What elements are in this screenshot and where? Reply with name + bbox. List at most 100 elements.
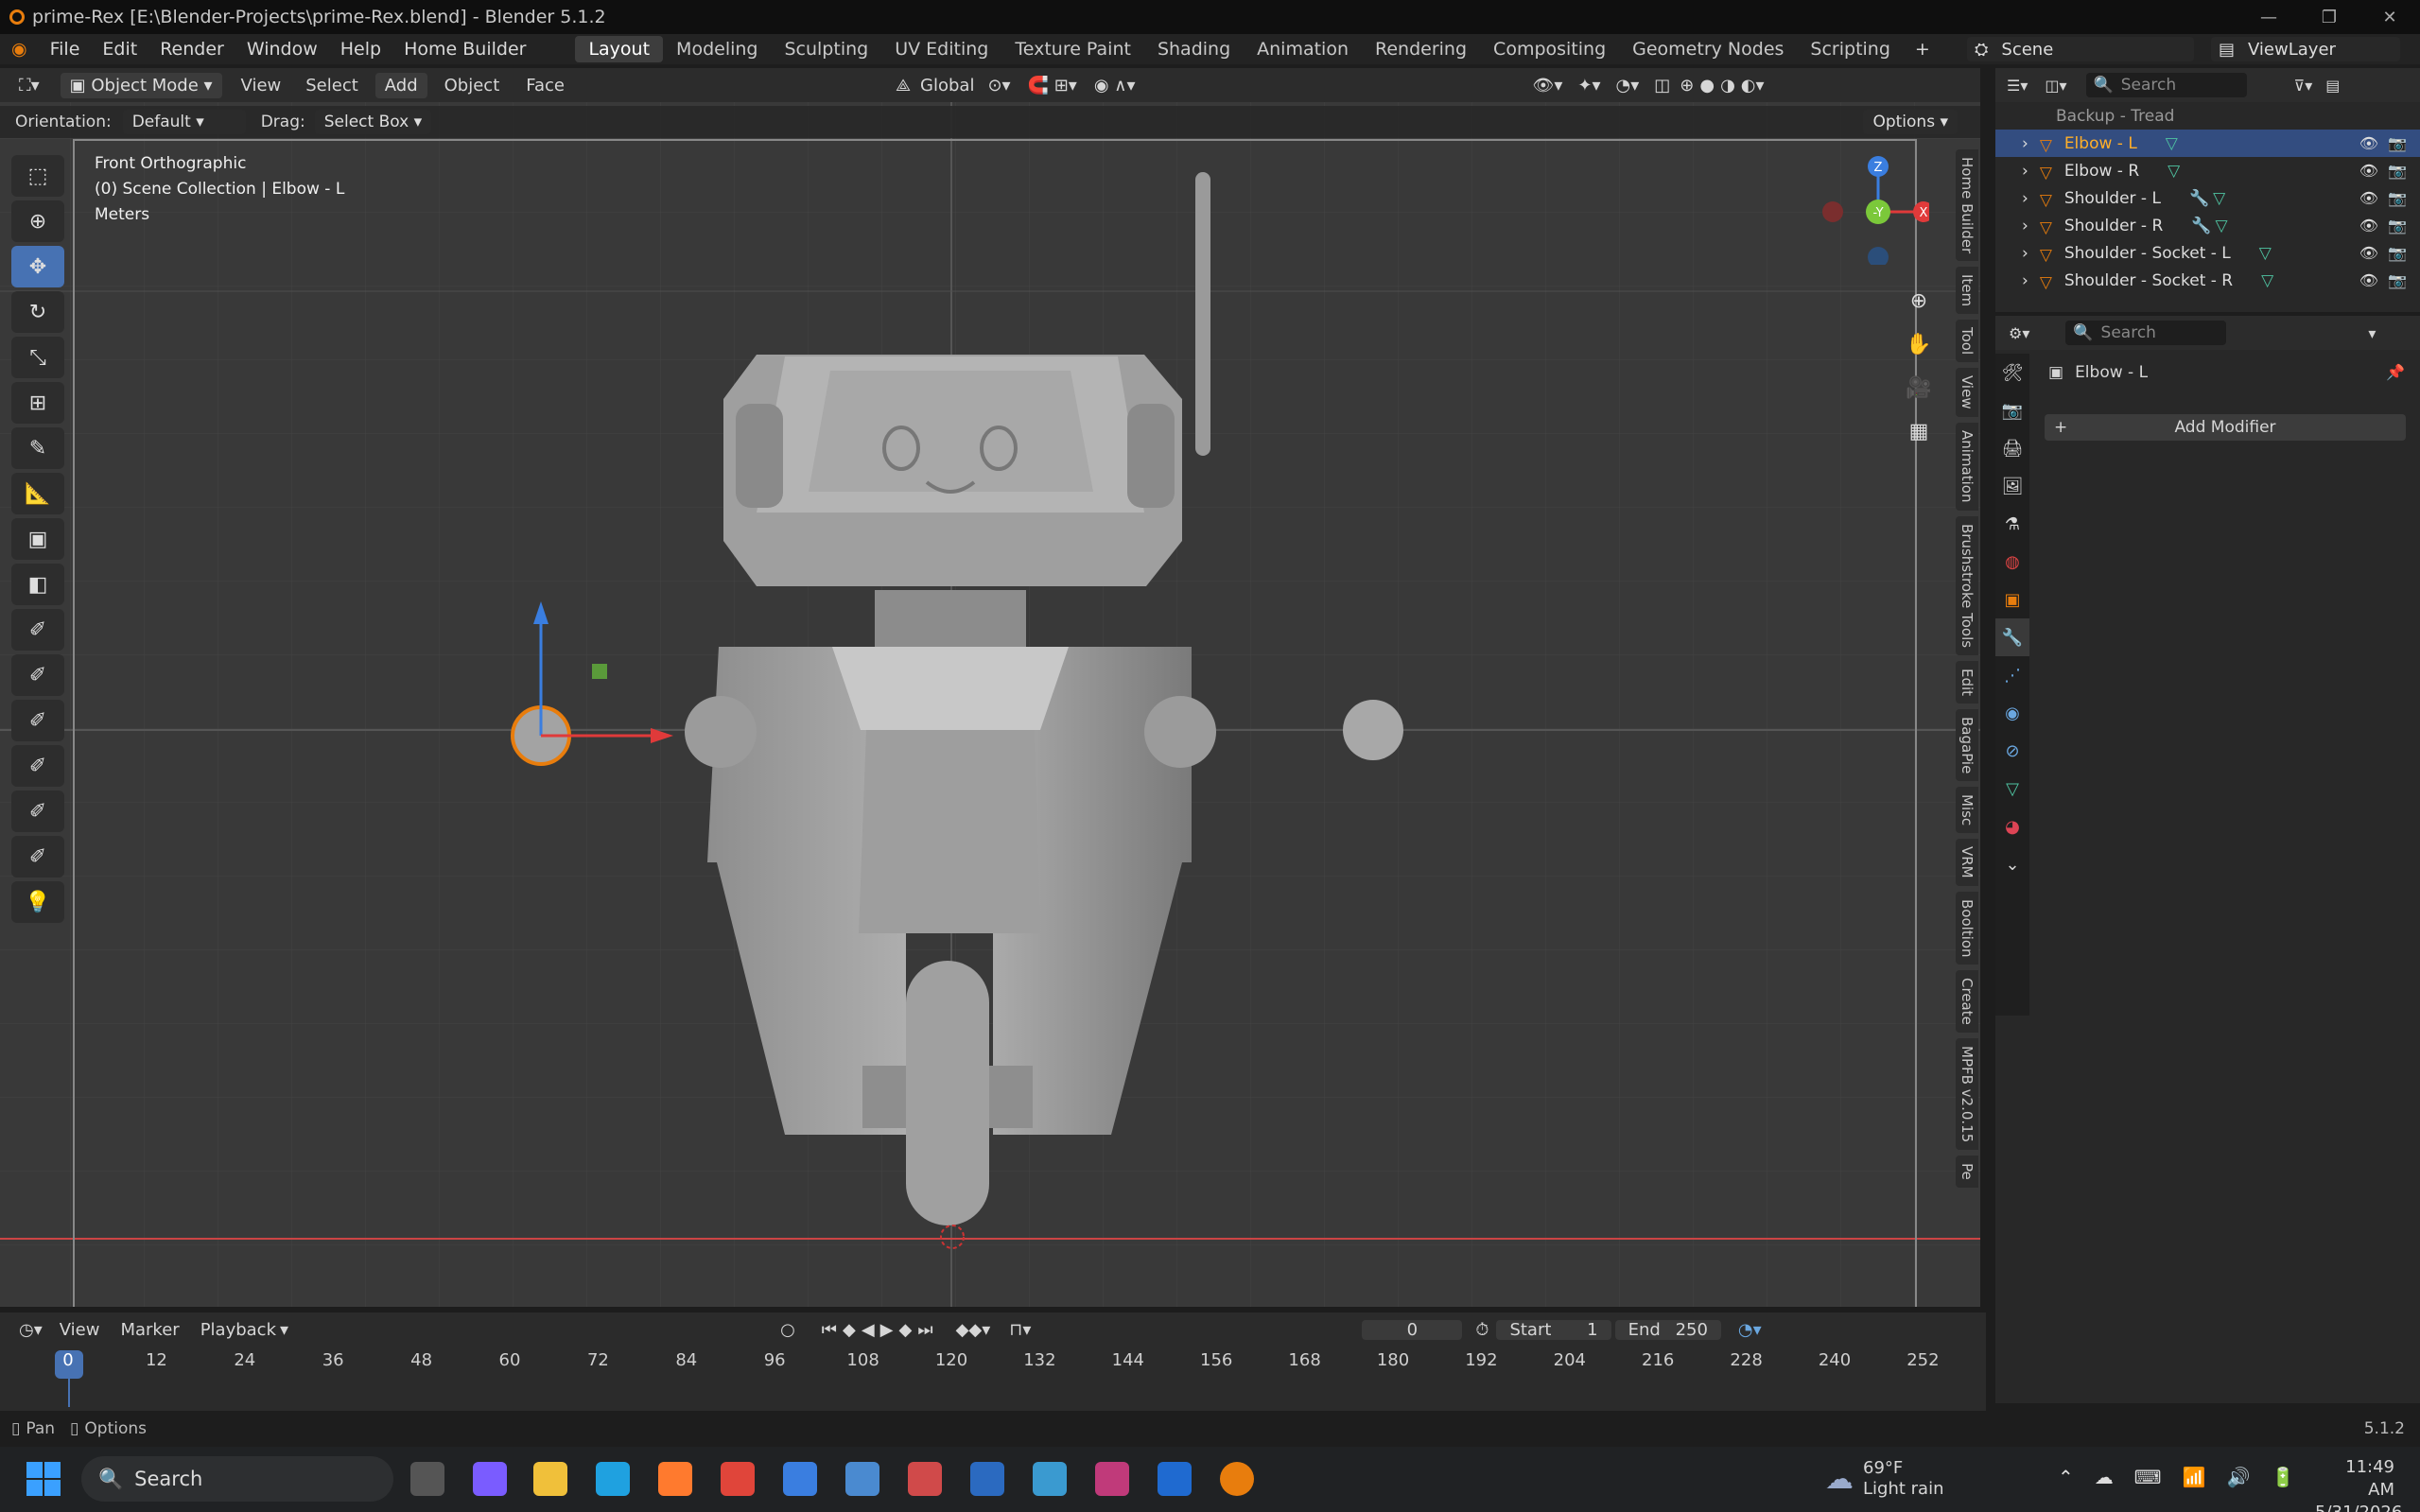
store-icon[interactable] bbox=[783, 1462, 817, 1496]
outliner-row[interactable]: › ▽ Shoulder - Socket - R ▽ 👁 📷 bbox=[1995, 267, 2420, 294]
vp-menu-select[interactable]: Select bbox=[305, 76, 358, 96]
current-frame-field[interactable]: 0 bbox=[1362, 1319, 1463, 1340]
cube-tool-icon[interactable]: ◧ bbox=[11, 564, 64, 605]
ntab-bagapie[interactable]: BagaPie bbox=[1956, 708, 1978, 781]
tab-shading[interactable]: Shading bbox=[1144, 36, 1244, 62]
playback-controls[interactable]: ⏮◆◀▶◆⏭ bbox=[822, 1320, 939, 1340]
brush-tool-4-icon[interactable]: ✐ bbox=[11, 745, 64, 787]
tab-sculpting[interactable]: Sculpting bbox=[771, 36, 881, 62]
camera-view-icon[interactable]: 🎥 bbox=[1905, 367, 1933, 410]
tab-uv-editing[interactable]: UV Editing bbox=[881, 36, 1001, 62]
ntab-brushstroke-tools[interactable]: Brushstroke Tools bbox=[1956, 515, 1978, 655]
outliner-row[interactable]: › ▽ Shoulder - R 🔧 ▽ 👁 📷 bbox=[1995, 212, 2420, 239]
ntab-vrm[interactable]: VRM bbox=[1956, 839, 1978, 886]
tl-menu-view[interactable]: View bbox=[60, 1320, 100, 1340]
blender-taskbar-icon[interactable] bbox=[1220, 1462, 1254, 1496]
clock-icon[interactable]: ⏱ bbox=[1475, 1320, 1489, 1340]
transform-orientation[interactable]: Global bbox=[920, 76, 974, 96]
material-tab-icon[interactable]: ◕ bbox=[1995, 808, 2029, 845]
viewlayer-selector[interactable]: ▤ ViewLayer bbox=[2211, 37, 2400, 61]
eye-icon[interactable]: 👁 bbox=[2359, 271, 2378, 289]
ntab-tool[interactable]: Tool bbox=[1956, 320, 1978, 363]
shading-rendered-icon[interactable]: ◐▾ bbox=[1741, 76, 1765, 96]
copilot-icon[interactable] bbox=[473, 1462, 507, 1496]
ntab-animation[interactable]: Animation bbox=[1956, 423, 1978, 511]
render-camera-icon[interactable]: 📷 bbox=[2388, 189, 2407, 207]
render-camera-icon[interactable]: 📷 bbox=[2388, 271, 2407, 289]
tl-menu-marker[interactable]: Marker bbox=[120, 1320, 179, 1340]
constraints-tab-icon[interactable]: ⊘ bbox=[1995, 732, 2029, 770]
outliner-editor-icon[interactable]: ☰▾ bbox=[2007, 77, 2028, 95]
add-workspace-icon[interactable]: + bbox=[1904, 39, 1941, 60]
proportional-edit-icon[interactable]: ◉ ∧▾ bbox=[1094, 76, 1136, 96]
navigation-gizmo[interactable]: Z -Y X bbox=[1816, 151, 1934, 268]
tab-layout[interactable]: Layout bbox=[575, 36, 664, 62]
pan-hand-icon[interactable]: ✋ bbox=[1905, 323, 1933, 367]
visibility-icon[interactable]: 👁▾ bbox=[1532, 76, 1562, 96]
menu-file[interactable]: File bbox=[39, 39, 92, 60]
ntab-home-builder[interactable]: Home Builder bbox=[1956, 149, 1978, 262]
eye-icon[interactable]: 👁 bbox=[2359, 217, 2378, 235]
volume-icon[interactable]: 🔊 bbox=[2227, 1466, 2251, 1488]
battery-icon[interactable]: 🔋 bbox=[2271, 1466, 2294, 1488]
ntab-item[interactable]: Item bbox=[1956, 267, 1978, 315]
auto-key-icon[interactable]: ○ bbox=[780, 1320, 795, 1340]
overlays-icon[interactable]: ◔▾ bbox=[1616, 76, 1640, 96]
render-tab-icon[interactable]: 📷 bbox=[1995, 391, 2029, 429]
scale-tool-icon[interactable]: ⤡ bbox=[11, 337, 64, 378]
transform-tool-icon[interactable]: ⊞ bbox=[11, 382, 64, 424]
annotate-tool-icon[interactable]: ✎ bbox=[11, 427, 64, 469]
start-frame-field[interactable]: Start 1 bbox=[1496, 1319, 1611, 1340]
vp-menu-face[interactable]: Face bbox=[526, 76, 565, 96]
taskbar-search[interactable]: 🔍 Search bbox=[81, 1456, 393, 1502]
elbow-r-object[interactable] bbox=[1343, 700, 1403, 760]
keying-icon[interactable]: ⊓▾ bbox=[1009, 1320, 1031, 1340]
blender-menu-icon[interactable]: ◉ bbox=[0, 39, 39, 60]
clock[interactable]: 11:49 AM 5/31/2026 bbox=[2315, 1456, 2402, 1512]
scene-selector[interactable]: ⛭ Scene bbox=[1967, 37, 2194, 61]
close-icon[interactable]: ✕ bbox=[2359, 0, 2420, 34]
tab-geometry-nodes[interactable]: Geometry Nodes bbox=[1619, 36, 1797, 62]
app-icon-1[interactable] bbox=[908, 1462, 942, 1496]
app-icon-2[interactable] bbox=[1158, 1462, 1192, 1496]
keyboard-icon[interactable]: ⌨ bbox=[2134, 1466, 2162, 1488]
expand-arrow-icon[interactable]: › bbox=[2022, 217, 2028, 235]
outliner-row[interactable]: › ▽ Elbow - R ▽ 👁 📷 bbox=[1995, 157, 2420, 184]
particles-tab-icon[interactable]: ⋰ bbox=[1995, 656, 2029, 694]
scene-tab-icon[interactable]: ⚗ bbox=[1995, 505, 2029, 543]
xray-icon[interactable]: ◫ bbox=[1654, 76, 1670, 96]
tab-animation[interactable]: Animation bbox=[1244, 36, 1362, 62]
cursor-tool-icon[interactable]: ⊕ bbox=[11, 200, 64, 242]
shading-material-icon[interactable]: ◑ bbox=[1720, 76, 1735, 96]
menu-edit[interactable]: Edit bbox=[91, 39, 148, 60]
ntab-pe[interactable]: Pe bbox=[1956, 1156, 1978, 1189]
eye-icon[interactable]: 👁 bbox=[2359, 134, 2378, 152]
3d-viewport[interactable] bbox=[0, 68, 1980, 1307]
keyframe-nav-icon[interactable]: ◆◆▾ bbox=[956, 1320, 991, 1340]
eye-icon[interactable]: 👁 bbox=[2359, 244, 2378, 262]
ntab-misc[interactable]: Misc bbox=[1956, 787, 1978, 834]
menu-help[interactable]: Help bbox=[329, 39, 392, 60]
render-camera-icon[interactable]: 📷 bbox=[2388, 217, 2407, 235]
outliner-search-input[interactable]: 🔍 Search bbox=[2085, 73, 2247, 97]
pin-icon[interactable]: 📌 bbox=[2386, 363, 2405, 381]
data-tab-icon[interactable]: ▽ bbox=[1995, 770, 2029, 808]
eye-icon[interactable]: 👁 bbox=[2359, 162, 2378, 180]
select-box-tool-icon[interactable]: ⬚ bbox=[11, 155, 64, 197]
outliner-row[interactable]: Backup - Tread bbox=[1995, 102, 2420, 130]
brush-tool-2-icon[interactable]: ✐ bbox=[11, 654, 64, 696]
file-explorer-icon[interactable] bbox=[533, 1462, 567, 1496]
tab-compositing[interactable]: Compositing bbox=[1480, 36, 1619, 62]
menu-render[interactable]: Render bbox=[148, 39, 235, 60]
orientation-dropdown[interactable]: Default ▾ bbox=[122, 110, 246, 134]
ntab-booltion[interactable]: Booltion bbox=[1956, 891, 1978, 965]
physics-tab-icon[interactable]: ◉ bbox=[1995, 694, 2029, 732]
end-frame-field[interactable]: End 250 bbox=[1614, 1319, 1721, 1340]
options-dropdown[interactable]: Options ▾ bbox=[1863, 110, 1958, 134]
move-tool-icon[interactable]: ✥ bbox=[11, 246, 64, 287]
wifi-icon[interactable]: 📶 bbox=[2183, 1466, 2206, 1488]
rotate-tool-icon[interactable]: ↻ bbox=[11, 291, 64, 333]
tab-scripting[interactable]: Scripting bbox=[1797, 36, 1904, 62]
editor-type-icon[interactable]: ⛶▾ bbox=[19, 76, 40, 96]
ntab-create[interactable]: Create bbox=[1956, 970, 1978, 1034]
